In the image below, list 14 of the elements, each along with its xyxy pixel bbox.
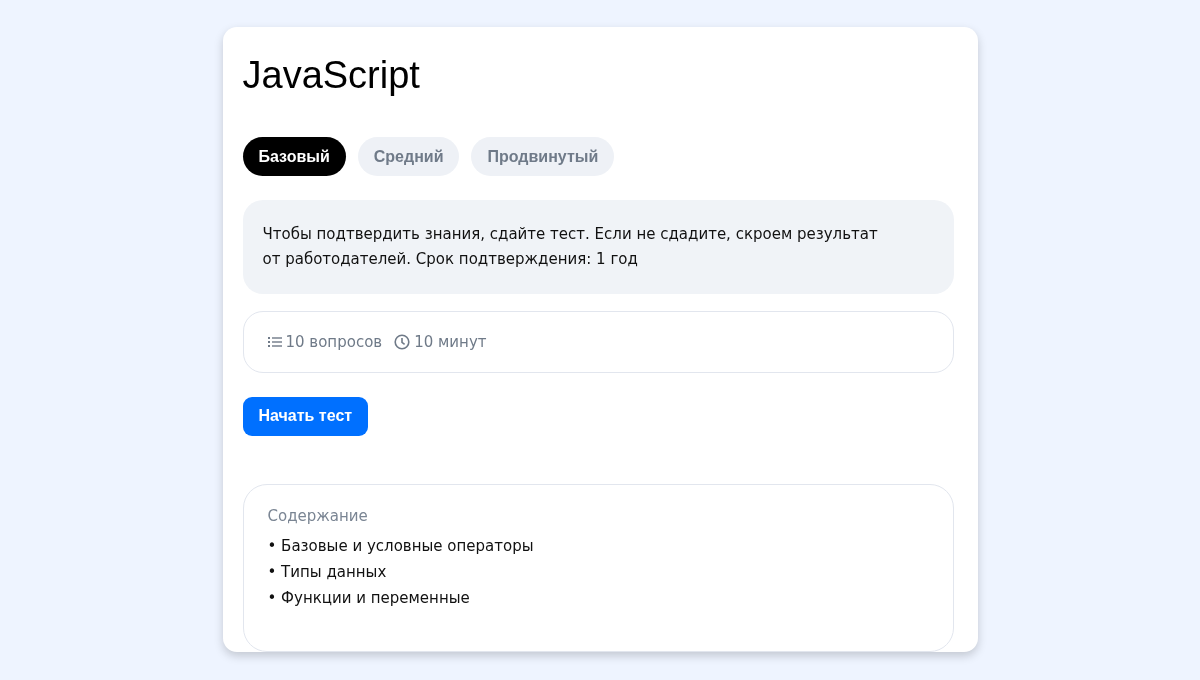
contents-heading: Содержание [267, 507, 369, 525]
contents-item: • Функции и переменные [267, 588, 471, 609]
level-tab[interactable]: Продвинутый [471, 137, 615, 176]
notice-text: Чтобы подтвердить знания, сдайте тест. Если не сдадите, скроем результат от работодателей. Срок подтверждения: 1 год [242, 200, 954, 294]
contents-item: • Базовые и условные операторы [267, 536, 535, 557]
contents-item: • Типы данных [267, 562, 388, 583]
clock-icon [394, 333, 411, 350]
page-title: JavaScript [242, 53, 421, 97]
list-icon [267, 335, 282, 348]
stat-text: 10 вопросов [285, 332, 383, 351]
level-tab[interactable]: Базовый [242, 137, 346, 176]
start-test-button[interactable]: Начать тест [242, 396, 369, 436]
level-tab[interactable]: Средний [357, 137, 460, 176]
stat-text: 10 минут [414, 332, 487, 351]
